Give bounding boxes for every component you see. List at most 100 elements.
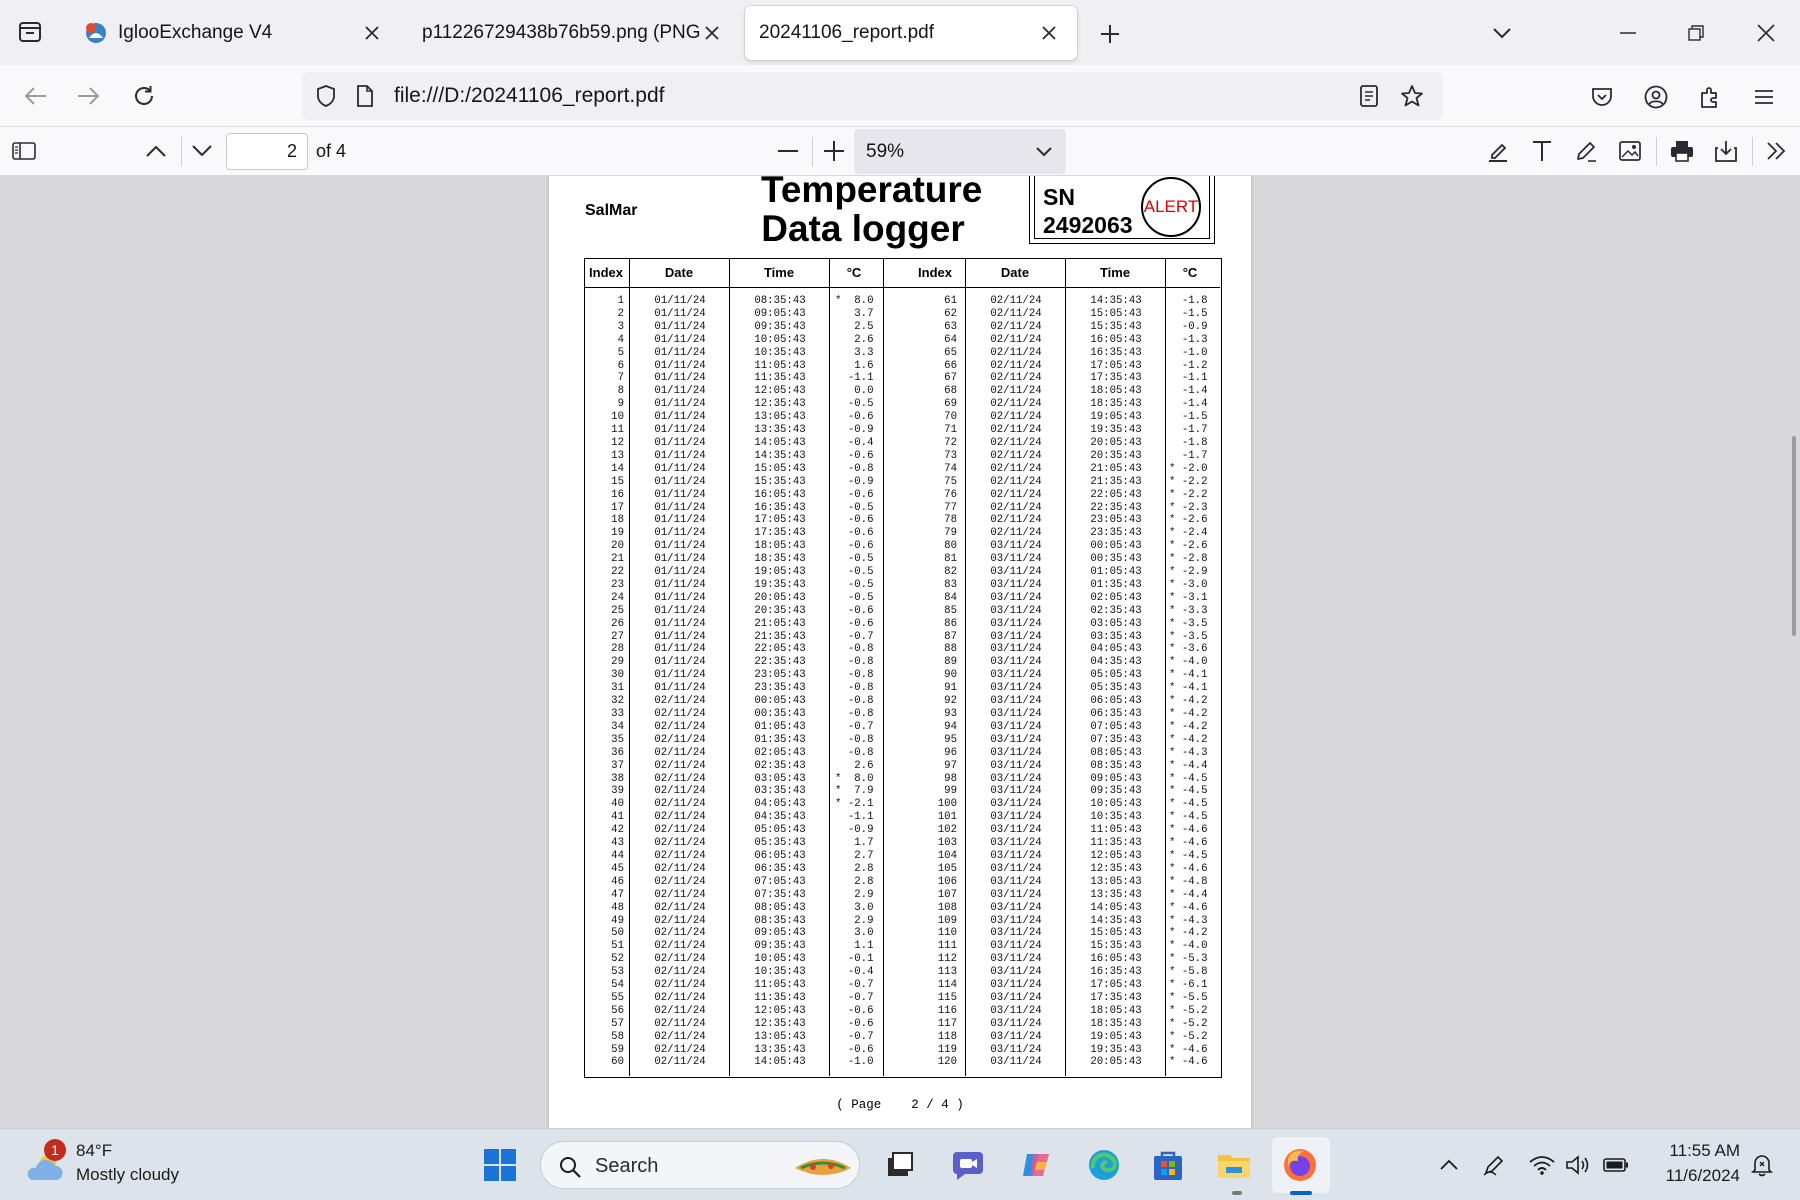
close-tab-icon[interactable]: [702, 23, 722, 43]
tab-iglooexchange[interactable]: IglooExchange V4: [70, 6, 390, 60]
table-cell: -0.7: [835, 1030, 874, 1043]
table-cell: 03/11/24: [990, 630, 1042, 643]
next-page-chevron-down-icon[interactable]: [186, 135, 218, 167]
firefox-view-icon[interactable]: [12, 14, 48, 50]
table-cell: 01:05:43: [1090, 566, 1142, 579]
table-cell: 02/11/24: [654, 966, 706, 979]
edge-browser-icon[interactable]: [1082, 1143, 1126, 1187]
list-all-tabs-chevron-icon[interactable]: [1486, 18, 1518, 48]
minimize-window-icon[interactable]: [1610, 18, 1646, 48]
table-cell: * -5.8: [1169, 966, 1208, 979]
table-cell: 18:35:43: [754, 553, 806, 566]
table-cell: 19:35:43: [1090, 1043, 1142, 1056]
file-explorer-icon[interactable]: [1212, 1143, 1256, 1187]
reload-icon[interactable]: [126, 78, 162, 114]
notification-bell-icon[interactable]: [1746, 1149, 1778, 1181]
highlight-pen-icon[interactable]: [1482, 135, 1514, 167]
windows-start-icon[interactable]: [478, 1143, 522, 1187]
page-number-input[interactable]: [226, 133, 308, 170]
sidebar-toggle-icon[interactable]: [8, 135, 40, 167]
close-window-icon[interactable]: [1748, 18, 1784, 48]
reader-view-icon[interactable]: [1354, 82, 1384, 110]
account-avatar-icon[interactable]: [1638, 79, 1674, 115]
table-cell: 23:05:43: [754, 669, 806, 682]
back-arrow-icon[interactable]: [18, 78, 54, 114]
table-cell: 08:05:43: [1090, 746, 1142, 759]
volume-speaker-icon[interactable]: [1562, 1149, 1594, 1181]
table-cell: 03/11/24: [990, 785, 1042, 798]
weather-widget[interactable]: 1 84°F Mostly cloudy: [20, 1137, 220, 1193]
chat-app-icon[interactable]: [946, 1143, 990, 1187]
table-cell: 01/11/24: [654, 514, 706, 527]
copilot-icon[interactable]: [1014, 1143, 1058, 1187]
address-bar[interactable]: file:///D:/20241106_report.pdf: [302, 72, 1443, 120]
extensions-puzzle-icon[interactable]: [1692, 79, 1728, 115]
tab-report-pdf[interactable]: 20241106_report.pdf: [745, 6, 1077, 60]
table-cell: 02/11/24: [990, 475, 1042, 488]
table-cell: 20:35:43: [1090, 449, 1142, 462]
table-cell: * -4.6: [1169, 1043, 1208, 1056]
add-text-icon[interactable]: [1526, 135, 1558, 167]
close-tab-icon[interactable]: [362, 23, 382, 43]
table-cell: 02/11/24: [990, 462, 1042, 475]
taskbar-search-box[interactable]: Search: [540, 1141, 860, 1189]
add-image-icon[interactable]: [1614, 135, 1646, 167]
table-cell: 02/11/24: [654, 953, 706, 966]
table-cell: 11:05:43: [754, 359, 806, 372]
table-cell: 34: [611, 720, 624, 733]
pdf-viewer[interactable]: SalMar Temperature Data logger SN 249206…: [0, 176, 1800, 1128]
table-cell: -0.9: [835, 475, 874, 488]
table-cell: 15:05:43: [1090, 307, 1142, 320]
table-cell: * -5.2: [1169, 1030, 1208, 1043]
bookmark-star-icon[interactable]: [1396, 81, 1428, 111]
tools-double-chevron-icon[interactable]: [1760, 135, 1792, 167]
header-index: Index: [918, 265, 952, 280]
print-icon[interactable]: [1666, 135, 1698, 167]
battery-icon[interactable]: [1600, 1149, 1632, 1181]
zoom-out-minus-icon[interactable]: [772, 135, 804, 167]
pen-menu-icon[interactable]: [1478, 1149, 1510, 1181]
pocket-icon[interactable]: [1584, 79, 1620, 115]
task-view-icon[interactable]: [878, 1143, 922, 1187]
table-cell: 80: [944, 540, 957, 553]
tab-title: IglooExchange V4: [118, 22, 273, 43]
table-cell: 07:35:43: [754, 888, 806, 901]
wifi-icon[interactable]: [1526, 1149, 1558, 1181]
table-cell: 43: [611, 837, 624, 850]
table-cell: -0.7: [835, 979, 874, 992]
zoom-level-select[interactable]: 59%: [854, 129, 1066, 174]
save-download-icon[interactable]: [1710, 135, 1742, 167]
forward-arrow-icon[interactable]: [70, 78, 106, 114]
table-cell: 49: [611, 914, 624, 927]
table-cell: 45: [611, 862, 624, 875]
table-cell: * -4.6: [1169, 862, 1208, 875]
left-time-column: 08:35:43 09:05:43 09:35:43 10:05:43 10:35:43…: [731, 295, 829, 1069]
table-cell: 01/11/24: [654, 578, 706, 591]
table-cell: 13:35:43: [754, 424, 806, 437]
draw-pencil-icon[interactable]: [1570, 135, 1602, 167]
column-divider: [629, 259, 630, 1076]
close-tab-icon[interactable]: [1039, 23, 1059, 43]
show-hidden-icons-chevron-icon[interactable]: [1434, 1149, 1464, 1179]
url-text[interactable]: file:///D:/20241106_report.pdf: [394, 84, 664, 108]
table-cell: 46: [611, 875, 624, 888]
column-divider: [1165, 259, 1166, 1076]
table-cell: 08:05:43: [754, 901, 806, 914]
previous-page-chevron-up-icon[interactable]: [140, 135, 172, 167]
vertical-scrollbar-thumb[interactable]: [1792, 436, 1796, 636]
table-cell: 06:05:43: [754, 849, 806, 862]
system-clock[interactable]: 11:55 AM 11/6/2024: [1640, 1141, 1740, 1189]
tab-png-image[interactable]: p11226729438b76b59.png (PNG Im: [402, 6, 732, 60]
hamburger-menu-icon[interactable]: [1746, 79, 1782, 115]
microsoft-store-icon[interactable]: [1146, 1143, 1190, 1187]
tracking-protection-shield-icon[interactable]: [312, 83, 340, 109]
table-cell: 86: [944, 617, 957, 630]
zoom-in-plus-icon[interactable]: [818, 135, 850, 167]
restore-window-icon[interactable]: [1678, 18, 1714, 48]
table-cell: 120: [937, 1056, 957, 1069]
new-tab-plus-icon[interactable]: [1092, 18, 1128, 50]
table-cell: 15:35:43: [1090, 320, 1142, 333]
table-cell: 19:05:43: [1090, 411, 1142, 424]
firefox-browser-icon[interactable]: [1278, 1143, 1322, 1187]
table-cell: 17:05:43: [1090, 359, 1142, 372]
